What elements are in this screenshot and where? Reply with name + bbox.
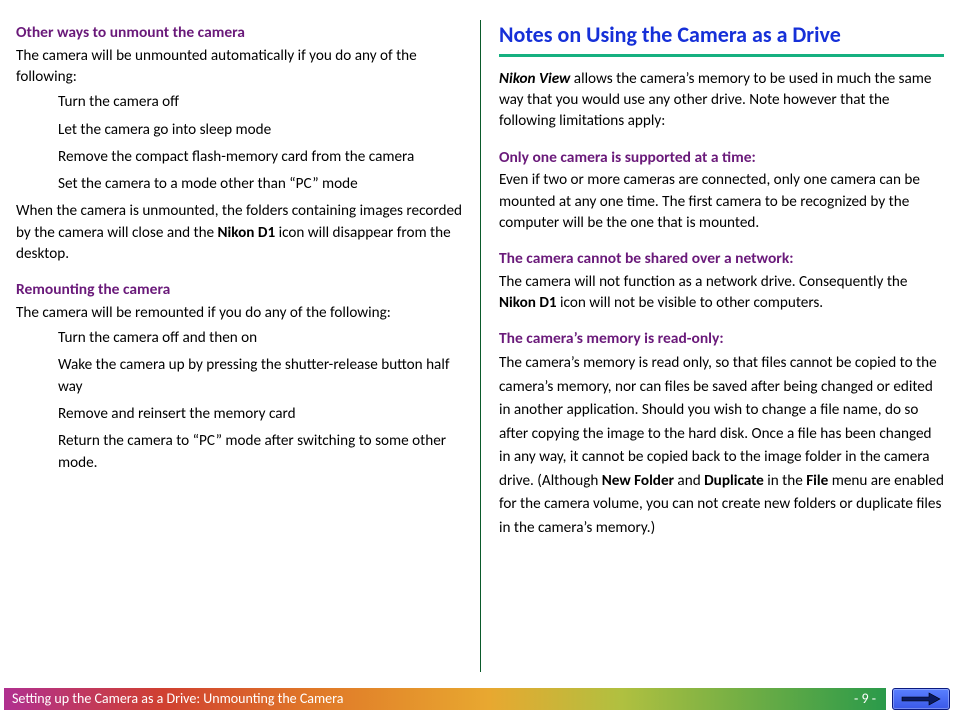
left-column: Other ways to unmount the camera The cam… <box>16 20 480 672</box>
para-unmount-intro: The camera will be unmounted automatical… <box>16 46 462 89</box>
text-bold: Nikon D1 <box>218 224 276 242</box>
footer: Setting up the Camera as a Drive: Unmoun… <box>4 688 950 710</box>
para-unmount-result: When the camera is unmounted, the folder… <box>16 201 462 265</box>
text: and <box>674 472 704 490</box>
para-intro: Nikon View allows the camera’s memory to… <box>499 69 944 133</box>
text-bold: New Folder <box>602 472 674 490</box>
text: icon will not be visible to other comput… <box>557 294 824 312</box>
list-remount: Turn the camera off and then on Wake the… <box>58 328 462 474</box>
para-remount-intro: The camera will be remounted if you do a… <box>16 303 462 324</box>
text-bold: File <box>806 472 828 490</box>
list-item: Wake the camera up by pressing the shutt… <box>58 355 462 398</box>
heading-unmount-other-ways: Other ways to unmount the camera <box>16 22 462 44</box>
text-emphasis: Nikon View <box>499 70 570 88</box>
heading-no-network: The camera cannot be shared over a netwo… <box>499 248 944 270</box>
heading-notes-title: Notes on Using the Camera as a Drive <box>499 20 944 51</box>
para-one-camera: Even if two or more cameras are connecte… <box>499 170 944 234</box>
list-unmount: Turn the camera off Let the camera go in… <box>58 92 462 195</box>
breadcrumb: Setting up the Camera as a Drive: Unmoun… <box>12 689 343 709</box>
right-column: Notes on Using the Camera as a Drive Nik… <box>480 20 944 672</box>
list-item: Remove and reinsert the memory card <box>58 404 462 425</box>
text: The camera’s memory is read only, so tha… <box>499 354 937 490</box>
para-no-network: The camera will not function as a networ… <box>499 272 944 315</box>
list-item: Turn the camera off <box>58 92 462 113</box>
heading-remounting: Remounting the camera <box>16 279 462 301</box>
arrow-right-icon <box>901 692 941 706</box>
list-item: Remove the compact flash-memory card fro… <box>58 147 462 168</box>
next-page-button[interactable] <box>892 688 950 710</box>
heading-one-camera: Only one camera is supported at a time: <box>499 147 944 169</box>
list-item: Return the camera to “PC” mode after swi… <box>58 431 462 474</box>
text-bold: Nikon D1 <box>499 294 557 312</box>
para-read-only: The camera’s memory is read only, so tha… <box>499 352 944 541</box>
page-body: Other ways to unmount the camera The cam… <box>0 0 954 672</box>
page-number: - 9 - <box>854 689 876 709</box>
footer-bar: Setting up the Camera as a Drive: Unmoun… <box>4 688 886 710</box>
text: The camera will not function as a networ… <box>499 273 907 291</box>
text: in the <box>764 472 806 490</box>
heading-read-only: The camera’s memory is read-only: <box>499 328 944 350</box>
list-item: Let the camera go into sleep mode <box>58 120 462 141</box>
list-item: Turn the camera off and then on <box>58 328 462 349</box>
list-item: Set the camera to a mode other than “PC”… <box>58 174 462 195</box>
text-bold: Duplicate <box>704 472 764 490</box>
title-underline <box>499 54 944 57</box>
